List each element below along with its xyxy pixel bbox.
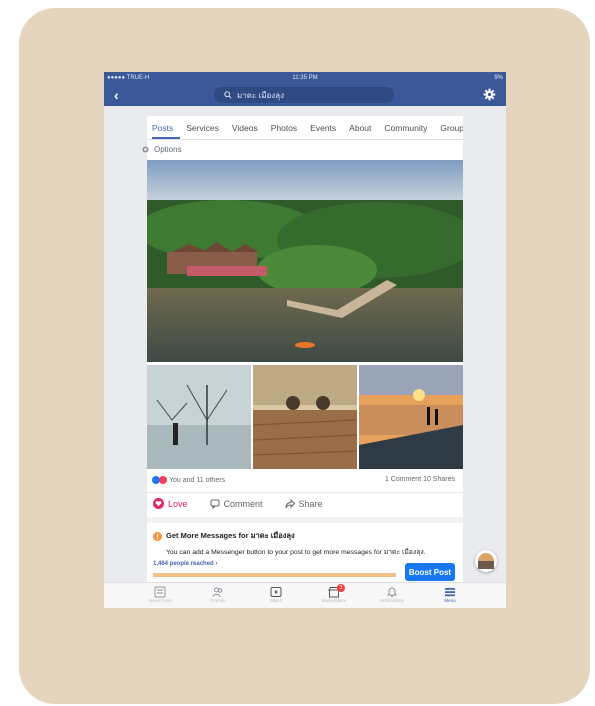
tab-community[interactable]: Community	[384, 123, 434, 139]
search-input[interactable]: มาดะ เมืองลุง	[214, 87, 394, 103]
tab-services[interactable]: Services	[186, 123, 226, 139]
comment-icon	[210, 499, 220, 509]
share-button[interactable]: Share	[285, 498, 323, 509]
tab-posts[interactable]: Posts	[152, 123, 181, 139]
tab-news-feed[interactable]: News Feed	[142, 586, 178, 608]
friends-icon	[212, 587, 223, 598]
tab-label: Notifications	[379, 598, 405, 603]
comment-label: Comment	[223, 498, 263, 509]
page-content: Posts Services Videos Photos Events Abou…	[142, 116, 463, 582]
bottom-tab-bar: News Feed Friends Watch 3 Marketplace No…	[104, 582, 506, 608]
gear-icon	[142, 145, 149, 153]
love-button[interactable]: Love	[153, 498, 188, 509]
post-actions: Love Comment Share	[147, 492, 463, 514]
tab-group[interactable]: Group	[440, 123, 463, 139]
tab-label: Watch	[269, 598, 283, 603]
notification-badge: 3	[337, 584, 345, 592]
alert-icon	[153, 531, 162, 541]
gear-icon[interactable]	[483, 88, 496, 101]
shares-count[interactable]: 10 Shares	[423, 476, 455, 483]
back-icon[interactable]: ‹	[114, 88, 119, 102]
options-button[interactable]: Options	[141, 140, 463, 158]
messenger-prompt[interactable]: Get More Messages for มาดะ เมืองลุง You …	[147, 517, 463, 556]
love-label: Love	[168, 498, 188, 509]
messenger-title: Get More Messages for มาดะ เมืองลุง	[166, 531, 295, 540]
comment-button[interactable]: Comment	[210, 499, 263, 509]
fishing-nets-photo[interactable]	[147, 365, 251, 469]
watch-icon	[270, 587, 282, 597]
chat-head-avatar[interactable]	[475, 550, 497, 572]
tab-marketplace[interactable]: 3 Marketplace	[316, 584, 352, 608]
bell-icon	[386, 587, 398, 598]
photo-row	[147, 365, 463, 469]
share-label: Share	[298, 498, 323, 509]
nav-bar: ‹ มาดะ เมืองลุง	[104, 84, 506, 106]
avatar	[478, 553, 494, 569]
heart-icon	[153, 498, 164, 509]
tab-about[interactable]: About	[349, 123, 378, 139]
page-tabs: Posts Services Videos Photos Events Abou…	[147, 116, 463, 140]
main-photo[interactable]	[147, 160, 463, 362]
search-text: มาดะ เมืองลุง	[237, 90, 285, 100]
status-bar: ●●●●● TRUE-H 11:35 PM 9%	[104, 72, 506, 84]
menu-icon	[445, 588, 455, 597]
tab-label: Marketplace	[321, 598, 347, 603]
tab-menu[interactable]: Menu	[432, 586, 468, 608]
tab-notifications[interactable]: Notifications	[374, 586, 410, 608]
tab-label: Menu	[444, 598, 456, 603]
messenger-subtitle: You can add a Messenger button to your p…	[166, 549, 426, 556]
boost-post-button[interactable]: Boost Post	[405, 563, 455, 581]
search-icon	[224, 91, 232, 99]
people-reached-link[interactable]: 1,464 people reached ›	[153, 561, 217, 567]
carrier-label: ●●●●● TRUE-H	[107, 75, 150, 81]
comments-count[interactable]: 1 Comment	[385, 476, 421, 483]
tab-watch[interactable]: Watch	[258, 586, 294, 608]
reach-bar	[153, 573, 396, 577]
tab-videos[interactable]: Videos	[232, 123, 265, 139]
phone-screen: ●●●●● TRUE-H 11:35 PM 9% ‹ มาดะ เมืองลุง…	[104, 72, 506, 608]
battery-label: 9%	[494, 75, 503, 81]
sunset-couple-photo[interactable]	[359, 365, 463, 469]
love-reaction-icon	[159, 476, 167, 484]
tab-label: News Feed	[148, 598, 172, 603]
tab-label: Friends	[210, 598, 226, 603]
tab-friends[interactable]: Friends	[200, 586, 236, 608]
news-feed-icon	[154, 586, 166, 598]
deck-chairs-photo[interactable]	[253, 365, 357, 469]
tab-photos[interactable]: Photos	[271, 123, 304, 139]
reactions-text: You and 11 others	[169, 476, 226, 484]
reaction-summary[interactable]: You and 11 others 1 Comment 10 Shares	[152, 476, 455, 484]
clock: 11:35 PM	[292, 75, 318, 81]
share-icon	[285, 498, 295, 508]
tab-events[interactable]: Events	[310, 123, 343, 139]
options-label: Options	[154, 144, 182, 154]
